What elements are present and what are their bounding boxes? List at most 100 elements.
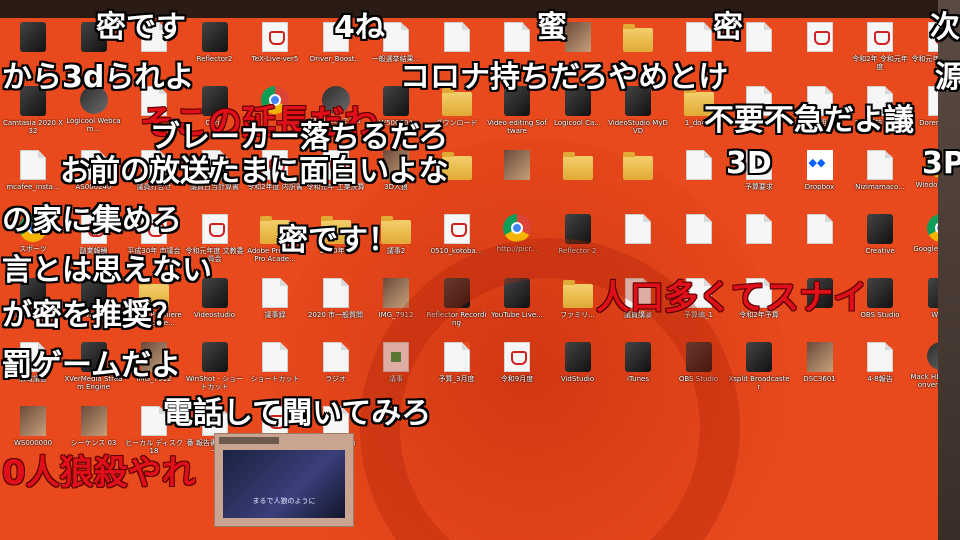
live-comment: 4ね <box>334 10 385 45</box>
live-comment: 0人狼殺やれ <box>2 453 196 493</box>
app-icon <box>20 22 46 52</box>
desktop-icon[interactable] <box>607 150 669 208</box>
live-comment: 源 <box>935 60 960 95</box>
desktop-icon[interactable]: 令和9月度 <box>486 342 548 400</box>
app-icon <box>685 342 712 372</box>
live-comment: 罰ゲームだよ <box>2 348 182 383</box>
desktop-icon[interactable]: Google Chrome <box>910 214 938 272</box>
desktop-icon[interactable]: Creative <box>849 214 911 272</box>
file-icon <box>867 342 893 372</box>
desktop-icon[interactable]: Nizimamaco... <box>849 150 911 208</box>
desktop-icon-label: Camtasia 2020 X32 <box>3 119 63 135</box>
desktop-icon[interactable]: iTunes <box>607 342 669 400</box>
app-icon <box>927 278 938 308</box>
chrome-icon <box>503 214 531 242</box>
desktop-icon-label: Dropbox <box>804 183 835 191</box>
file-icon <box>20 150 46 180</box>
desktop-icon[interactable] <box>607 214 669 272</box>
media-icon <box>926 342 938 370</box>
desktop-icon[interactable]: Write <box>910 278 938 336</box>
desktop-icon[interactable]: 4-8報告 <box>849 342 911 400</box>
desktop-icon[interactable]: 0510_kotoba... <box>426 214 488 272</box>
desktop-icon[interactable]: http://picr... <box>486 214 548 272</box>
desktop-icon-label: Google Chrome <box>913 245 938 253</box>
desktop-icon-label: http://picr... <box>496 245 538 253</box>
desktop-icon[interactable] <box>486 150 548 208</box>
app-icon <box>746 342 772 372</box>
live-comment: 言とは思えない <box>2 253 212 288</box>
file-icon <box>443 22 470 52</box>
desktop-icon-label: Driver_Boost... <box>309 55 362 63</box>
desktop-icon-label: DSC3601 <box>803 375 836 383</box>
video-preview-window[interactable]: まるで人狼のように <box>214 433 354 527</box>
desktop-icon[interactable]: 議事録 <box>244 278 306 336</box>
live-comment: お前の放送たまに面白いよな <box>60 154 449 189</box>
app-icon <box>625 342 651 372</box>
desktop-icon-label: IMG_7912 <box>378 311 414 319</box>
file-icon <box>383 22 409 52</box>
desktop-icon[interactable]: YouTube Live... <box>486 278 548 336</box>
live-comment: 3P <box>922 146 960 181</box>
pdf-icon <box>504 342 530 372</box>
file-icon <box>685 214 712 244</box>
app-icon <box>201 22 228 52</box>
desktop-icon[interactable] <box>789 214 851 272</box>
desktop-icon-label: 議事 <box>389 375 403 383</box>
app-icon <box>564 214 591 244</box>
desktop-icon[interactable]: OBS Studio <box>668 342 730 400</box>
app-icon <box>201 342 228 372</box>
live-comment: 不要不急だよ議 <box>704 103 914 138</box>
desktop-icon-label: Logicool Webcam... <box>66 117 121 133</box>
desktop-icon-label: ショートカット <box>250 375 300 383</box>
live-comment: 次 <box>930 10 960 45</box>
file-icon <box>322 278 349 308</box>
photo-icon <box>20 406 46 436</box>
folder-icon <box>623 152 653 180</box>
pdf-icon <box>201 214 228 244</box>
preview-screen <box>223 450 345 518</box>
desktop-icon[interactable]: 予算_3月度 <box>426 342 488 400</box>
desktop-icon[interactable]: IMG_7912 <box>365 278 427 336</box>
desktop-icon[interactable] <box>668 214 730 272</box>
desktop-icon-label: OBS Studio <box>678 375 719 383</box>
file-icon <box>262 342 288 372</box>
live-comment: 人口多くてスナイ <box>596 278 867 318</box>
desktop-icon[interactable]: Xsplit Broadcaster <box>728 342 790 400</box>
desktop-icon[interactable]: TeX-Live-ver5 <box>244 22 306 80</box>
file-icon <box>443 342 470 372</box>
desktop-icon[interactable]: Dropbox <box>789 150 851 208</box>
desktop-icon-label: ラジオ <box>325 375 346 383</box>
desktop-icon-label: VidStudio <box>560 375 595 383</box>
desktop-icon[interactable]: Reflector 2 <box>547 214 609 272</box>
desktop-icon[interactable] <box>789 22 851 80</box>
app-icon <box>867 278 893 308</box>
desktop-icon-label: 予算_3月度 <box>438 375 475 383</box>
desktop-icon[interactable]: 2020 市一般質問 <box>305 278 367 336</box>
desktop-icon[interactable] <box>547 150 609 208</box>
desktop-icon[interactable]: Mack HD Video Converter Pr... <box>910 342 938 400</box>
photo-icon <box>806 342 833 372</box>
desktop-icon-label: iTunes <box>627 375 649 383</box>
desktop-icon-label: Video editing Software <box>487 119 547 135</box>
desktop-icon[interactable]: 令和2年 令和元年度 <box>849 22 911 80</box>
folder-icon <box>562 280 593 308</box>
desktop-icon-label: 令和9月度 <box>500 375 534 383</box>
desktop-icon-label: Write <box>931 311 938 319</box>
desktop-icon[interactable]: DSC3601 <box>789 342 851 400</box>
file-icon <box>746 214 772 244</box>
desktop-icon[interactable] <box>728 214 790 272</box>
desktop-icon-label: TeX-Live-ver5 <box>251 55 299 63</box>
desktop-icon[interactable]: VidStudio <box>547 342 609 400</box>
desktop-icon-label: Xsplit Broadcaster <box>728 375 790 391</box>
desktop-icon-label: Mack HD Video Converter Pr... <box>910 373 938 389</box>
desktop-icon[interactable]: Reflector Recording <box>426 278 488 336</box>
file-icon <box>322 342 349 372</box>
desktop-icon-label: YouTube Live... <box>491 311 543 319</box>
live-comment: 密 <box>713 10 743 45</box>
app-icon <box>443 278 470 308</box>
desktop-icon-label: 0510_kotoba... <box>430 247 483 255</box>
desktop-icon[interactable] <box>668 150 730 208</box>
desktop-icon-label: 予算要求 <box>745 183 773 191</box>
file-icon <box>625 214 651 244</box>
photo-icon <box>564 22 591 52</box>
